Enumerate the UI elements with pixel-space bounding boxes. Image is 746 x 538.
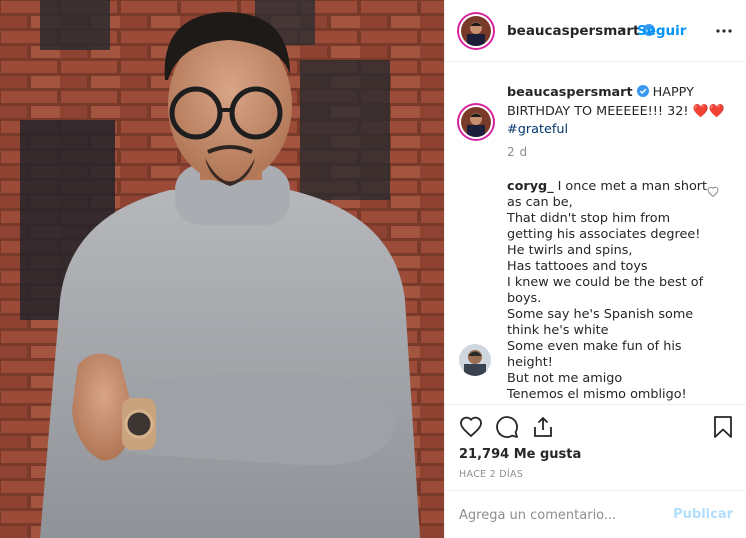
comment-line: That didn't stop him from — [507, 211, 671, 226]
likes-count[interactable]: 21,794 Me gusta — [459, 447, 581, 462]
comment-bubble-icon[interactable] — [495, 415, 519, 439]
caption-username[interactable]: beaucaspersmart — [507, 85, 633, 100]
caption-hashtag[interactable]: #grateful — [507, 122, 568, 137]
comment-line: Some say he's Spanish some — [507, 307, 694, 322]
header-separator: • — [621, 21, 626, 37]
comment-line: as can be, — [507, 195, 573, 210]
author-avatar-image — [461, 16, 491, 46]
comment-input[interactable] — [459, 505, 669, 525]
comment-line: height! — [507, 355, 553, 370]
post-actions: 21,794 Me gusta HACE 2 DÍAS — [445, 404, 746, 488]
comment-like-heart-icon[interactable] — [707, 186, 719, 198]
comment-line: Some even make fun of his — [507, 339, 682, 354]
caption-author-avatar[interactable] — [457, 103, 495, 141]
comment-item: coryg_ I once met a man short as can be, … — [507, 179, 719, 403]
comment-line: But not me amigo — [507, 371, 623, 386]
comment-line: He twirls and spins, — [507, 243, 633, 258]
comments-section[interactable]: beaucaspersmart HAPPY BIRTHDAY TO MEEEEE!… — [445, 62, 746, 404]
bookmark-icon[interactable] — [711, 415, 735, 439]
comment-line: Has tattooes and toys — [507, 259, 648, 274]
post-side-panel: beaucaspersmart • Seguir beaucaspersmart… — [444, 0, 746, 538]
post-comment-button[interactable]: Publicar — [673, 507, 733, 522]
post-photo[interactable] — [0, 0, 444, 538]
follow-button[interactable]: Seguir — [637, 23, 686, 39]
comment-line: think he's white — [507, 323, 609, 338]
comment-line: getting his associates degree! — [507, 227, 701, 242]
comment-line: boys. — [507, 291, 542, 306]
comment-line: I knew we could be the best of — [507, 275, 704, 290]
comment-username[interactable]: coryg_ — [507, 179, 554, 194]
commenter-avatar-image — [459, 344, 491, 376]
post-date[interactable]: HACE 2 DÍAS — [459, 469, 523, 480]
author-avatar[interactable] — [457, 12, 495, 50]
add-comment-bar: Publicar — [445, 490, 746, 538]
author-username[interactable]: beaucaspersmart — [507, 23, 655, 39]
commenter-avatar[interactable] — [459, 344, 491, 376]
author-username-text[interactable]: beaucaspersmart — [507, 23, 640, 39]
post-image — [0, 0, 444, 538]
post-caption: beaucaspersmart HAPPY BIRTHDAY TO MEEEEE!… — [507, 84, 729, 140]
caption-time[interactable]: 2 d — [507, 145, 528, 159]
more-options-icon[interactable] — [715, 22, 733, 40]
comment-line: Tenemos el mismo ombligo! — [507, 387, 687, 402]
post-header: beaucaspersmart • Seguir — [445, 0, 746, 62]
share-icon[interactable] — [531, 415, 555, 439]
comment-line: I once met a man short — [557, 179, 708, 194]
heart-icon[interactable] — [459, 415, 483, 439]
caption-verified-badge-icon — [636, 85, 649, 97]
caption-avatar-image — [461, 107, 491, 137]
